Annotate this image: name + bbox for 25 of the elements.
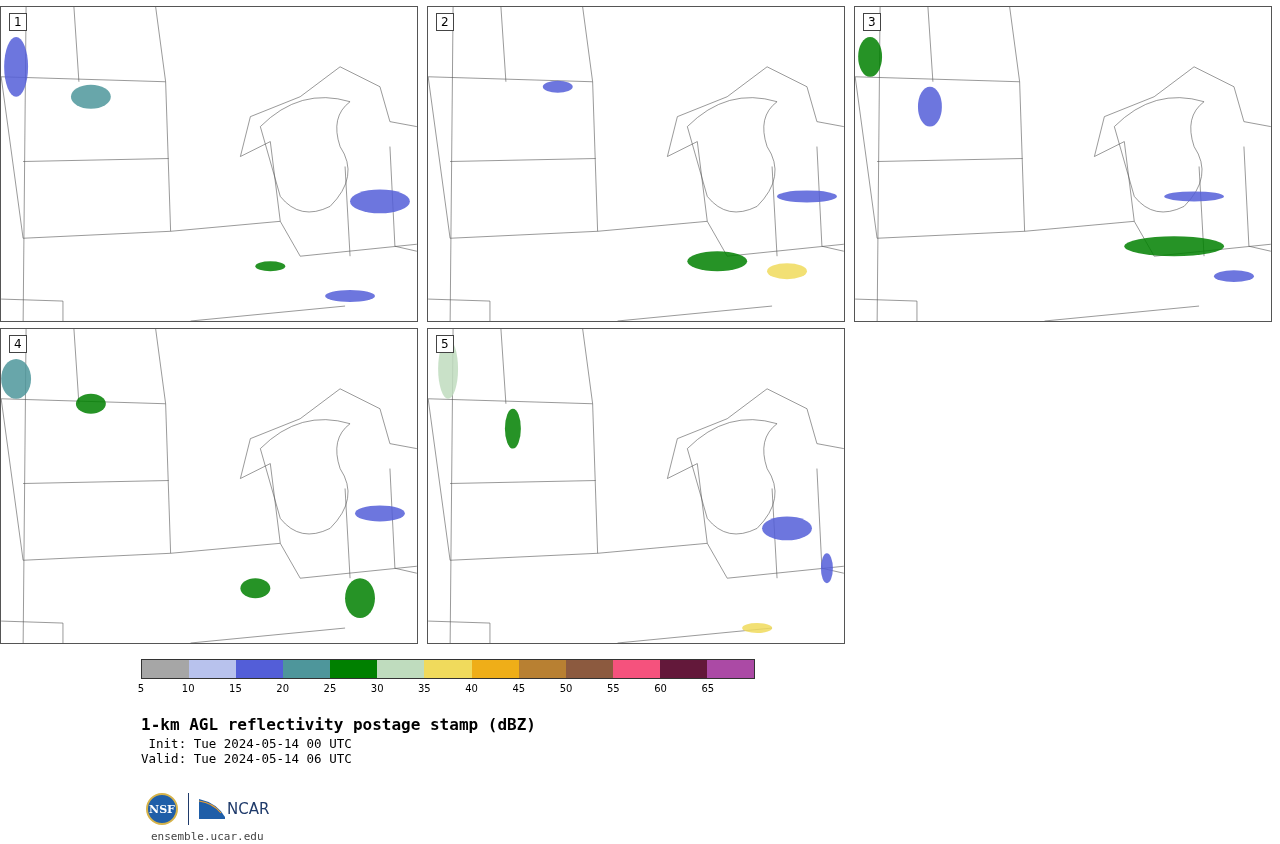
tick-label: 30 [370,683,384,694]
ncar-logo: NCAR [227,800,270,818]
chart-title: 1-km AGL reflectivity postage stamp (dBZ) [141,715,537,734]
nsf-logo: NSF [146,793,178,825]
tick-label: 55 [606,683,620,694]
swoosh-icon [199,799,225,819]
tick-label: 65 [701,683,715,694]
panel-number: 1 [9,13,27,31]
panel-number: 3 [863,13,881,31]
tick-label: 5 [137,683,145,694]
tick-label: 40 [465,683,478,694]
tick-label: 20 [276,683,290,694]
panel-number: 4 [9,335,27,353]
valid-time: Valid: Tue 2024-05-14 06 UTC [141,751,353,766]
tick-label: 35 [418,683,431,694]
tick-label: 10 [181,683,195,694]
tick-label: 25 [323,683,337,694]
init-time: Init: Tue 2024-05-14 00 UTC [147,736,353,751]
panel-number: 2 [436,13,454,31]
tick-label: 45 [512,683,526,694]
tick-label: 15 [229,683,242,694]
tick-label: 60 [654,683,667,694]
website-url: ensemble.ucar.edu [151,830,265,843]
panel-number: 5 [436,335,454,353]
tick-label: 50 [559,683,573,694]
